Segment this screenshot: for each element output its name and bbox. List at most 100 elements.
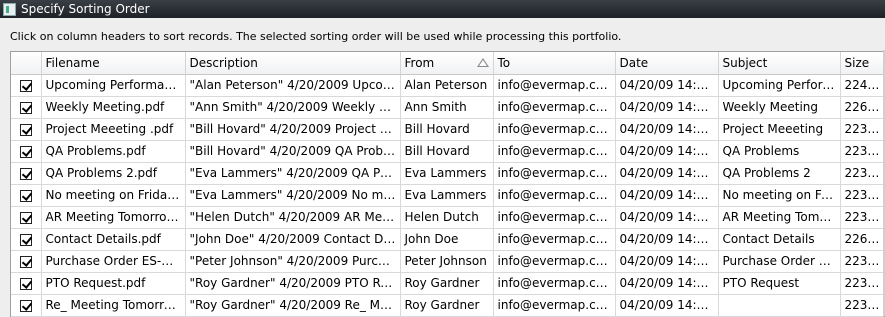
- row-checkbox-cell: [11, 162, 42, 185]
- cell-subject: Project Meeeting: [718, 118, 841, 141]
- cell-to: info@evermap.com: [493, 206, 616, 229]
- app-icon: [3, 3, 16, 16]
- header-row: Filename Description From To Date Subjec…: [11, 52, 884, 75]
- cell-date: 04/20/09 14:18:27: [615, 294, 719, 317]
- row-checkbox-cell: [11, 140, 42, 163]
- cell-filename: AR Meeting Tomorrow....: [41, 206, 186, 229]
- header-subject[interactable]: Subject: [718, 52, 841, 75]
- cell-description: "Eva Lammers" 4/20/2009 QA Proble...: [185, 162, 401, 185]
- cell-subject: No meeting on Friday: [718, 184, 841, 207]
- cell-to: info@evermap.com: [493, 140, 616, 163]
- cell-filename: Purchase Order ES-2356...: [41, 250, 186, 273]
- cell-filename: Upcoming Performance ...: [41, 74, 186, 97]
- header-date[interactable]: Date: [615, 52, 719, 75]
- row-checkbox[interactable]: [19, 299, 32, 312]
- cell-to: info@evermap.com: [493, 228, 616, 251]
- table-row[interactable]: AR Meeting Tomorrow.... "Helen Dutch" 4/2…: [11, 206, 884, 229]
- cell-size: 22356: [840, 206, 884, 229]
- header-filename[interactable]: Filename: [41, 52, 186, 75]
- cell-subject: QA Problems 2: [718, 162, 841, 185]
- table-row[interactable]: Purchase Order ES-2356..."Peter Johnson"…: [11, 250, 884, 273]
- cell-subject: [718, 294, 841, 317]
- header-description[interactable]: Description: [185, 52, 401, 75]
- row-checkbox-cell: [11, 74, 42, 97]
- table-row[interactable]: Re_ Meeting Tomorrow.... "Roy Gardner" 4/…: [11, 294, 884, 317]
- cell-filename: Weekly Meeting.pdf: [41, 96, 186, 119]
- table-row[interactable]: No meeting on Friday.pdf "Eva Lammers" 4/…: [11, 184, 884, 207]
- header-to[interactable]: To: [493, 52, 616, 75]
- cell-filename: PTO Request.pdf: [41, 272, 186, 295]
- cell-filename: QA Problems 2.pdf: [41, 162, 186, 185]
- header-from-label: From: [404, 55, 435, 70]
- cell-description: "Bill Hovard" 4/20/2009 QA Problems....: [185, 140, 401, 163]
- table-row[interactable]: QA Problems.pdf "Bill Hovard" 4/20/2009 Q…: [11, 140, 884, 163]
- cell-subject: Weekly Meeting: [718, 96, 841, 119]
- cell-date: 04/20/09 14:09:21: [615, 96, 719, 119]
- cell-filename: No meeting on Friday.pdf: [41, 184, 186, 207]
- cell-from: Helen Dutch: [400, 206, 494, 229]
- row-checkbox-cell: [11, 184, 42, 207]
- row-checkbox-cell: [11, 206, 42, 229]
- cell-to: info@evermap.com: [493, 294, 616, 317]
- row-checkbox[interactable]: [19, 277, 32, 290]
- cell-from: Bill Hovard: [400, 140, 494, 163]
- row-checkbox-cell: [11, 118, 42, 141]
- cell-to: info@evermap.com: [493, 74, 616, 97]
- cell-to: info@evermap.com: [493, 162, 616, 185]
- cell-size: 22337: [840, 294, 884, 317]
- instruction-text: Click on column headers to sort records.…: [10, 30, 622, 43]
- header-size[interactable]: Size: [840, 52, 884, 75]
- cell-from: Roy Gardner: [400, 272, 494, 295]
- cell-description: "Helen Dutch" 4/20/2009 AR Meeting ...: [185, 206, 401, 229]
- row-checkbox[interactable]: [19, 211, 32, 224]
- cell-from: John Doe: [400, 228, 494, 251]
- row-checkbox[interactable]: [19, 145, 32, 158]
- row-checkbox[interactable]: [19, 167, 32, 180]
- cell-to: info@evermap.com: [493, 96, 616, 119]
- row-checkbox[interactable]: [19, 123, 32, 136]
- cell-size: 22308: [840, 140, 884, 163]
- cell-date: 04/20/09 14:32:10: [615, 272, 719, 295]
- records-table: Filename Description From To Date Subjec…: [11, 52, 884, 317]
- table-row[interactable]: PTO Request.pdf "Roy Gardner" 4/20/2009 P…: [11, 272, 884, 295]
- cell-to: info@evermap.com: [493, 118, 616, 141]
- records-grid[interactable]: Filename Description From To Date Subjec…: [10, 51, 885, 317]
- cell-from: Alan Peterson: [400, 74, 494, 97]
- cell-from: Eva Lammers: [400, 184, 494, 207]
- cell-subject: AR Meeting Tomorrow...: [718, 206, 841, 229]
- cell-description: "Peter Johnson" 4/20/2009 Purchase ...: [185, 250, 401, 273]
- cell-filename: QA Problems.pdf: [41, 140, 186, 163]
- table-row[interactable]: Weekly Meeting.pdf "Ann Smith" 4/20/2009 …: [11, 96, 884, 119]
- cell-size: 22316: [840, 162, 884, 185]
- table-row[interactable]: Upcoming Performance ..."Alan Peterson" …: [11, 74, 884, 97]
- cell-subject: Upcoming Performa...: [718, 74, 841, 97]
- cell-from: Peter Johnson: [400, 250, 494, 273]
- cell-subject: Contact Details: [718, 228, 841, 251]
- cell-from: Eva Lammers: [400, 162, 494, 185]
- table-row[interactable]: QA Problems 2.pdf "Eva Lammers" 4/20/2009…: [11, 162, 884, 185]
- cell-description: "Eva Lammers" 4/20/2009 No meeting...: [185, 184, 401, 207]
- table-row[interactable]: Contact Details.pdf "John Doe" 4/20/2009 …: [11, 228, 884, 251]
- cell-from: Ann Smith: [400, 96, 494, 119]
- cell-date: 04/20/09 14:08:04: [615, 228, 719, 251]
- cell-description: "Roy Gardner" 4/20/2009 Re_ Meeting ...: [185, 294, 401, 317]
- cell-size: 22307: [840, 272, 884, 295]
- row-checkbox[interactable]: [19, 189, 32, 202]
- row-checkbox[interactable]: [19, 79, 32, 92]
- table-row[interactable]: Project Meeeting .pdf "Bill Hovard" 4/20/…: [11, 118, 884, 141]
- cell-filename: Re_ Meeting Tomorrow....: [41, 294, 186, 317]
- cell-size: 22392: [840, 250, 884, 273]
- cell-date: 04/20/09 14:14:47: [615, 206, 719, 229]
- row-checkbox[interactable]: [19, 233, 32, 246]
- cell-filename: Contact Details.pdf: [41, 228, 186, 251]
- row-checkbox[interactable]: [19, 101, 32, 114]
- header-checkbox-column[interactable]: [11, 52, 42, 75]
- cell-size: 22331: [840, 118, 884, 141]
- row-checkbox-cell: [11, 294, 42, 317]
- cell-description: "Bill Hovard" 4/20/2009 Project Meeet...: [185, 118, 401, 141]
- row-checkbox[interactable]: [19, 255, 32, 268]
- cell-to: info@evermap.com: [493, 250, 616, 273]
- sort-ascending-icon: [476, 58, 489, 67]
- header-from[interactable]: From: [400, 52, 494, 75]
- cell-description: "John Doe" 4/20/2009 Contact Details....: [185, 228, 401, 251]
